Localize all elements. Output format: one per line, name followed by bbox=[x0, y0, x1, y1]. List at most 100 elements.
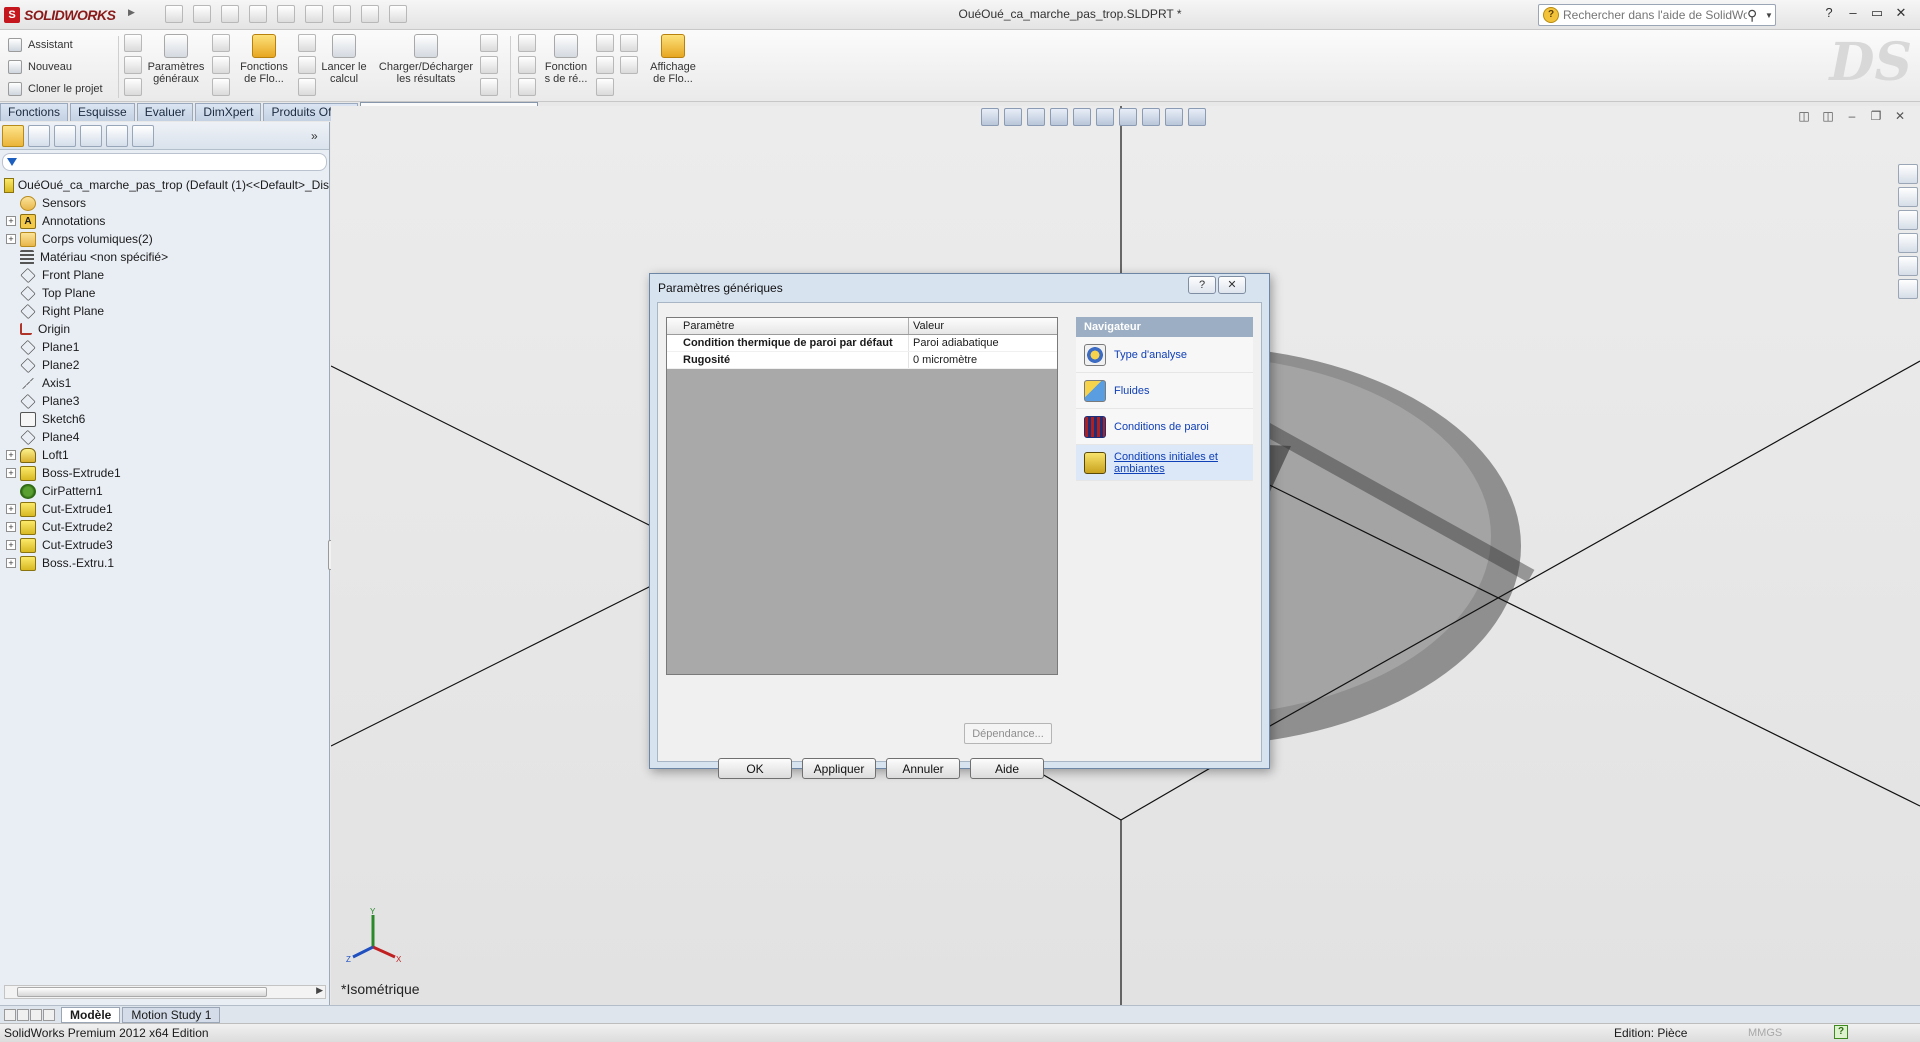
tree-item[interactable]: Matériau <non spécifié> bbox=[0, 248, 329, 266]
clone-project-button[interactable]: Cloner le projet bbox=[8, 78, 118, 100]
tool-icon[interactable] bbox=[596, 56, 614, 74]
first-tab-icon[interactable] bbox=[4, 1008, 16, 1021]
nav-analysis-type[interactable]: Type d'analyse bbox=[1076, 337, 1253, 373]
tree-item[interactable]: Sketch6 bbox=[0, 410, 329, 428]
tree-filter[interactable] bbox=[2, 153, 327, 171]
tree-item[interactable]: + Loft1 bbox=[0, 446, 329, 464]
tool-icon[interactable] bbox=[124, 56, 142, 74]
solidworks-logo[interactable]: S SOLIDWORKS bbox=[4, 5, 130, 25]
expand-toggle-icon[interactable]: + bbox=[6, 540, 16, 550]
general-settings-button[interactable]: Paramètres généraux bbox=[144, 34, 208, 85]
tree-item[interactable]: Top Plane bbox=[0, 284, 329, 302]
tool-icon[interactable] bbox=[124, 34, 142, 52]
ok-button[interactable]: OK bbox=[718, 758, 792, 779]
previous-view-icon[interactable] bbox=[1027, 108, 1045, 126]
tool-icon[interactable] bbox=[480, 56, 498, 74]
new-project-button[interactable]: Nouveau bbox=[8, 56, 118, 78]
property-manager-tab-icon[interactable] bbox=[28, 124, 50, 147]
tool-icon[interactable] bbox=[212, 56, 230, 74]
zoom-area-icon[interactable] bbox=[1004, 108, 1022, 126]
help-search-input[interactable] bbox=[1563, 8, 1747, 22]
options-icon[interactable] bbox=[389, 5, 407, 23]
prev-tab-icon[interactable] bbox=[17, 1008, 29, 1021]
flow-analysis-tab-icon[interactable] bbox=[132, 124, 154, 147]
tab-fonctions[interactable]: Fonctions bbox=[0, 103, 69, 121]
tab-evaluer[interactable]: Evaluer bbox=[136, 103, 194, 121]
expand-toggle-icon[interactable]: + bbox=[6, 558, 16, 568]
tree-item[interactable]: Plane3 bbox=[0, 392, 329, 410]
magnifier-icon[interactable]: ⚲ bbox=[1747, 7, 1765, 24]
tool-icon[interactable] bbox=[518, 56, 536, 74]
tool-icon[interactable] bbox=[124, 78, 142, 96]
minimize-button[interactable]: – bbox=[1844, 4, 1862, 22]
header-parameter[interactable]: Paramètre bbox=[667, 318, 909, 334]
appearances-icon[interactable] bbox=[1898, 256, 1918, 276]
search-dropdown-icon[interactable]: ▼ bbox=[1765, 11, 1775, 20]
configuration-manager-tab-icon[interactable] bbox=[54, 124, 76, 147]
tool-icon[interactable] bbox=[480, 34, 498, 52]
tool-icon[interactable] bbox=[596, 34, 614, 52]
tool-icon[interactable] bbox=[518, 34, 536, 52]
save-icon[interactable] bbox=[221, 5, 239, 23]
tool-icon[interactable] bbox=[298, 56, 316, 74]
display-manager-tab-icon[interactable] bbox=[106, 124, 128, 147]
tab-model[interactable]: Modèle bbox=[61, 1006, 121, 1023]
param-value[interactable]: 0 micromètre bbox=[909, 352, 1057, 368]
view-settings-icon[interactable] bbox=[1188, 108, 1206, 126]
tree-item[interactable]: Front Plane bbox=[0, 266, 329, 284]
tool-icon[interactable] bbox=[212, 78, 230, 96]
expand-toggle-icon[interactable]: + bbox=[6, 234, 16, 244]
nav-fluids[interactable]: Fluides bbox=[1076, 373, 1253, 409]
hide-show-items-icon[interactable] bbox=[1119, 108, 1137, 126]
tool-icon[interactable] bbox=[298, 78, 316, 96]
file-explorer-icon[interactable] bbox=[1898, 210, 1918, 230]
dialog-close-button[interactable]: ✕ bbox=[1218, 276, 1246, 294]
table-row[interactable]: Rugosité 0 micromètre bbox=[667, 352, 1057, 369]
help-menu-button[interactable]: ? bbox=[1820, 4, 1838, 22]
header-value[interactable]: Valeur bbox=[909, 318, 1057, 334]
tool-icon[interactable] bbox=[620, 56, 638, 74]
last-tab-icon[interactable] bbox=[43, 1008, 55, 1021]
load-results-button[interactable]: Charger/Décharger les résultats bbox=[376, 34, 476, 85]
quick-tips-button[interactable]: ? bbox=[1834, 1025, 1848, 1039]
design-library-icon[interactable] bbox=[1898, 187, 1918, 207]
viewport-restore-icon[interactable]: ❐ bbox=[1868, 108, 1884, 124]
maximize-button[interactable]: ▭ bbox=[1868, 4, 1886, 22]
tool-icon[interactable] bbox=[596, 78, 614, 96]
expand-toggle-icon[interactable]: + bbox=[6, 216, 16, 226]
tool-icon[interactable] bbox=[212, 34, 230, 52]
solidworks-resources-icon[interactable] bbox=[1898, 164, 1918, 184]
result-features-button[interactable]: Fonction s de ré... bbox=[540, 34, 592, 85]
expand-toggle-icon[interactable]: + bbox=[6, 468, 16, 478]
tree-root-part[interactable]: OuéOué_ca_marche_pas_trop (Default (1)<<… bbox=[0, 176, 329, 194]
undo-icon[interactable] bbox=[277, 5, 295, 23]
unit-system[interactable]: MMGS bbox=[1748, 1027, 1782, 1039]
viewport-tile2-icon[interactable]: ◫ bbox=[1820, 108, 1836, 124]
tree-item[interactable]: Plane4 bbox=[0, 428, 329, 446]
tab-esquisse[interactable]: Esquisse bbox=[70, 103, 135, 121]
tree-item[interactable]: + Corps volumiques(2) bbox=[0, 230, 329, 248]
open-icon[interactable] bbox=[193, 5, 211, 23]
next-tab-icon[interactable] bbox=[30, 1008, 42, 1021]
edit-appearance-icon[interactable] bbox=[1142, 108, 1160, 126]
expand-toggle-icon[interactable]: + bbox=[6, 522, 16, 532]
tree-item[interactable]: + Cut-Extrude3 bbox=[0, 536, 329, 554]
expand-toggle-icon[interactable]: + bbox=[6, 504, 16, 514]
flow-display-button[interactable]: Affichage de Flo... bbox=[644, 34, 702, 85]
file-properties-icon[interactable] bbox=[361, 5, 379, 23]
select-icon[interactable] bbox=[305, 5, 323, 23]
tool-icon[interactable] bbox=[298, 34, 316, 52]
table-row[interactable]: Condition thermique de paroi par défaut … bbox=[667, 335, 1057, 352]
tree-horizontal-scrollbar[interactable]: ▶ bbox=[4, 985, 326, 999]
cancel-button[interactable]: Annuler bbox=[886, 758, 960, 779]
tree-item[interactable]: Plane1 bbox=[0, 338, 329, 356]
print-icon[interactable] bbox=[249, 5, 267, 23]
apply-button[interactable]: Appliquer bbox=[802, 758, 876, 779]
view-palette-icon[interactable] bbox=[1898, 233, 1918, 253]
tree-item[interactable]: Sensors bbox=[0, 194, 329, 212]
close-window-button[interactable]: ✕ bbox=[1892, 4, 1910, 22]
tree-item[interactable]: + Boss-Extrude1 bbox=[0, 464, 329, 482]
dimxpert-manager-tab-icon[interactable] bbox=[80, 124, 102, 147]
tool-icon[interactable] bbox=[620, 34, 638, 52]
view-orientation-icon[interactable] bbox=[1073, 108, 1091, 126]
